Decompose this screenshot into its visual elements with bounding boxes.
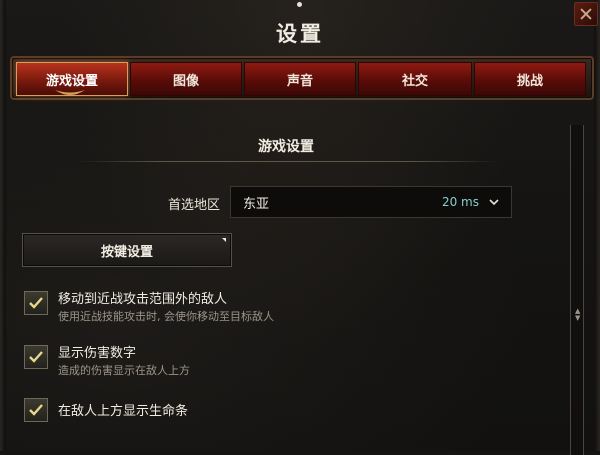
- section-divider: [78, 161, 498, 162]
- region-ping: 20 ms: [441, 195, 479, 209]
- scroll-grip-icon[interactable]: ▲ ▼: [575, 308, 580, 330]
- keybind-settings-button[interactable]: 按键设置: [22, 233, 232, 267]
- option-description: 造成的伤害显示在敌人上方: [58, 364, 190, 377]
- tab-graphics[interactable]: 图像: [130, 62, 242, 96]
- tab-social[interactable]: 社交: [358, 62, 472, 96]
- window-frame-right: [594, 0, 600, 451]
- chevron-down-icon: [489, 199, 499, 206]
- tab-sound[interactable]: 声音: [244, 62, 356, 96]
- close-button[interactable]: [574, 2, 598, 26]
- region-selected-value: 东亚: [243, 196, 270, 212]
- window-frame-left: [0, 0, 6, 451]
- tab-challenges[interactable]: 挑战: [474, 62, 586, 96]
- option-description: 使用近战技能攻击时, 会使你移动至目标敌人: [58, 310, 274, 323]
- region-dropdown[interactable]: 东亚 20 ms: [230, 186, 512, 218]
- corner-marker-icon: [222, 238, 226, 242]
- checkbox-enemy-health-bar[interactable]: [24, 398, 48, 422]
- keybind-label: 按键设置: [100, 244, 153, 260]
- checkbox-auto-move[interactable]: [24, 291, 48, 315]
- check-icon: [29, 351, 43, 363]
- check-icon: [29, 404, 43, 416]
- check-icon: [29, 297, 43, 309]
- region-label: 首选地区: [167, 198, 220, 213]
- active-tab-ornament-icon: [55, 88, 85, 98]
- tab-bar: 游戏设置 图像 声音 社交 挑战: [10, 56, 594, 100]
- checkbox-damage-numbers[interactable]: [24, 345, 48, 369]
- window-title: 设置: [276, 22, 324, 46]
- top-indicator-dot: [297, 2, 302, 7]
- section-title: 游戏设置: [258, 139, 314, 155]
- option-label: 在敌人上方显示生命条: [58, 404, 189, 419]
- scrollbar[interactable]: [570, 125, 584, 455]
- option-label: 显示伤害数字: [58, 346, 137, 361]
- option-label: 移动到近战攻击范围外的敌人: [58, 292, 228, 307]
